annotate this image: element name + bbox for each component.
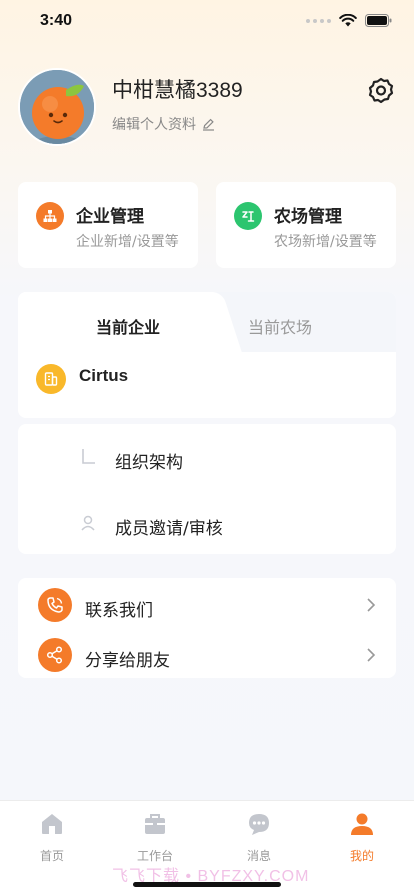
chevron-right-icon bbox=[367, 598, 376, 612]
company-building-icon bbox=[36, 364, 66, 394]
gear-icon bbox=[368, 77, 394, 104]
battery-icon bbox=[365, 14, 392, 27]
member-invite-label: 成员邀请/审核 bbox=[115, 519, 223, 539]
links-menu: 联系我们 分享给朋友 bbox=[18, 578, 396, 678]
tab-home-label: 首页 bbox=[39, 849, 64, 863]
tab-home[interactable]: 首页 bbox=[17, 811, 87, 864]
chevron-right-icon bbox=[367, 648, 376, 662]
person-icon bbox=[351, 813, 373, 835]
tab-current-farm-label[interactable]: 当前农场 bbox=[248, 314, 312, 338]
share-icon bbox=[38, 638, 72, 672]
edit-profile-label: 编辑个人资料 bbox=[112, 117, 196, 133]
farm-management-card[interactable]: 农场管理 农场新增/设置等 bbox=[216, 182, 396, 268]
enterprise-management-subtitle: 企业新增/设置等 bbox=[76, 234, 179, 250]
status-bar: 3:40 bbox=[0, 0, 414, 44]
tab-mine-label: 我的 bbox=[349, 849, 374, 863]
tab-messages[interactable]: 消息 bbox=[224, 811, 294, 864]
avatar[interactable] bbox=[18, 68, 96, 146]
signal-icon bbox=[306, 18, 331, 23]
edit-profile-link[interactable]: 编辑个人资料 bbox=[112, 114, 215, 134]
settings-button[interactable] bbox=[366, 76, 396, 106]
status-time: 3:40 bbox=[40, 12, 73, 29]
org-structure-label: 组织架构 bbox=[115, 453, 183, 473]
farm-management-title: 农场管理 bbox=[274, 207, 342, 227]
tab-workbench[interactable]: 工作台 bbox=[120, 811, 190, 864]
home-indicator bbox=[133, 882, 281, 887]
contact-us-label: 联系我们 bbox=[85, 601, 153, 621]
member-invite-item[interactable]: 成员邀请/审核 bbox=[18, 496, 396, 552]
status-icons bbox=[306, 14, 392, 27]
enterprise-management-title: 企业管理 bbox=[76, 207, 144, 227]
organization-menu: 组织架构 成员邀请/审核 bbox=[18, 424, 396, 554]
profile-header: 中柑慧橘3389 编辑个人资料 bbox=[18, 68, 398, 148]
current-company-row[interactable]: Cirtus bbox=[18, 352, 396, 418]
current-selection-card: 当前企业 当前农场 Cirtus bbox=[18, 292, 396, 418]
share-label: 分享给朋友 bbox=[85, 651, 170, 671]
chat-bubble-icon bbox=[249, 814, 269, 835]
user-icon bbox=[81, 515, 95, 531]
company-name: Cirtus bbox=[79, 366, 129, 385]
contact-us-item[interactable]: 联系我们 bbox=[18, 580, 396, 630]
home-icon bbox=[42, 814, 62, 834]
briefcase-icon bbox=[145, 814, 165, 834]
farm-management-subtitle: 农场新增/设置等 bbox=[274, 234, 377, 250]
tab-current-enterprise-label[interactable]: 当前企业 bbox=[96, 314, 160, 338]
pencil-icon bbox=[203, 118, 214, 131]
farm-icon bbox=[234, 202, 262, 230]
tab-mine[interactable]: 我的 bbox=[327, 811, 397, 864]
phone-icon bbox=[38, 588, 72, 622]
org-structure-item[interactable]: 组织架构 bbox=[18, 430, 396, 486]
share-item[interactable]: 分享给朋友 bbox=[18, 630, 396, 680]
org-chart-icon bbox=[36, 202, 64, 230]
wifi-icon bbox=[339, 14, 357, 27]
tree-branch-icon bbox=[82, 449, 95, 464]
username: 中柑慧橘3389 bbox=[112, 79, 243, 102]
enterprise-management-card[interactable]: 企业管理 企业新增/设置等 bbox=[18, 182, 198, 268]
